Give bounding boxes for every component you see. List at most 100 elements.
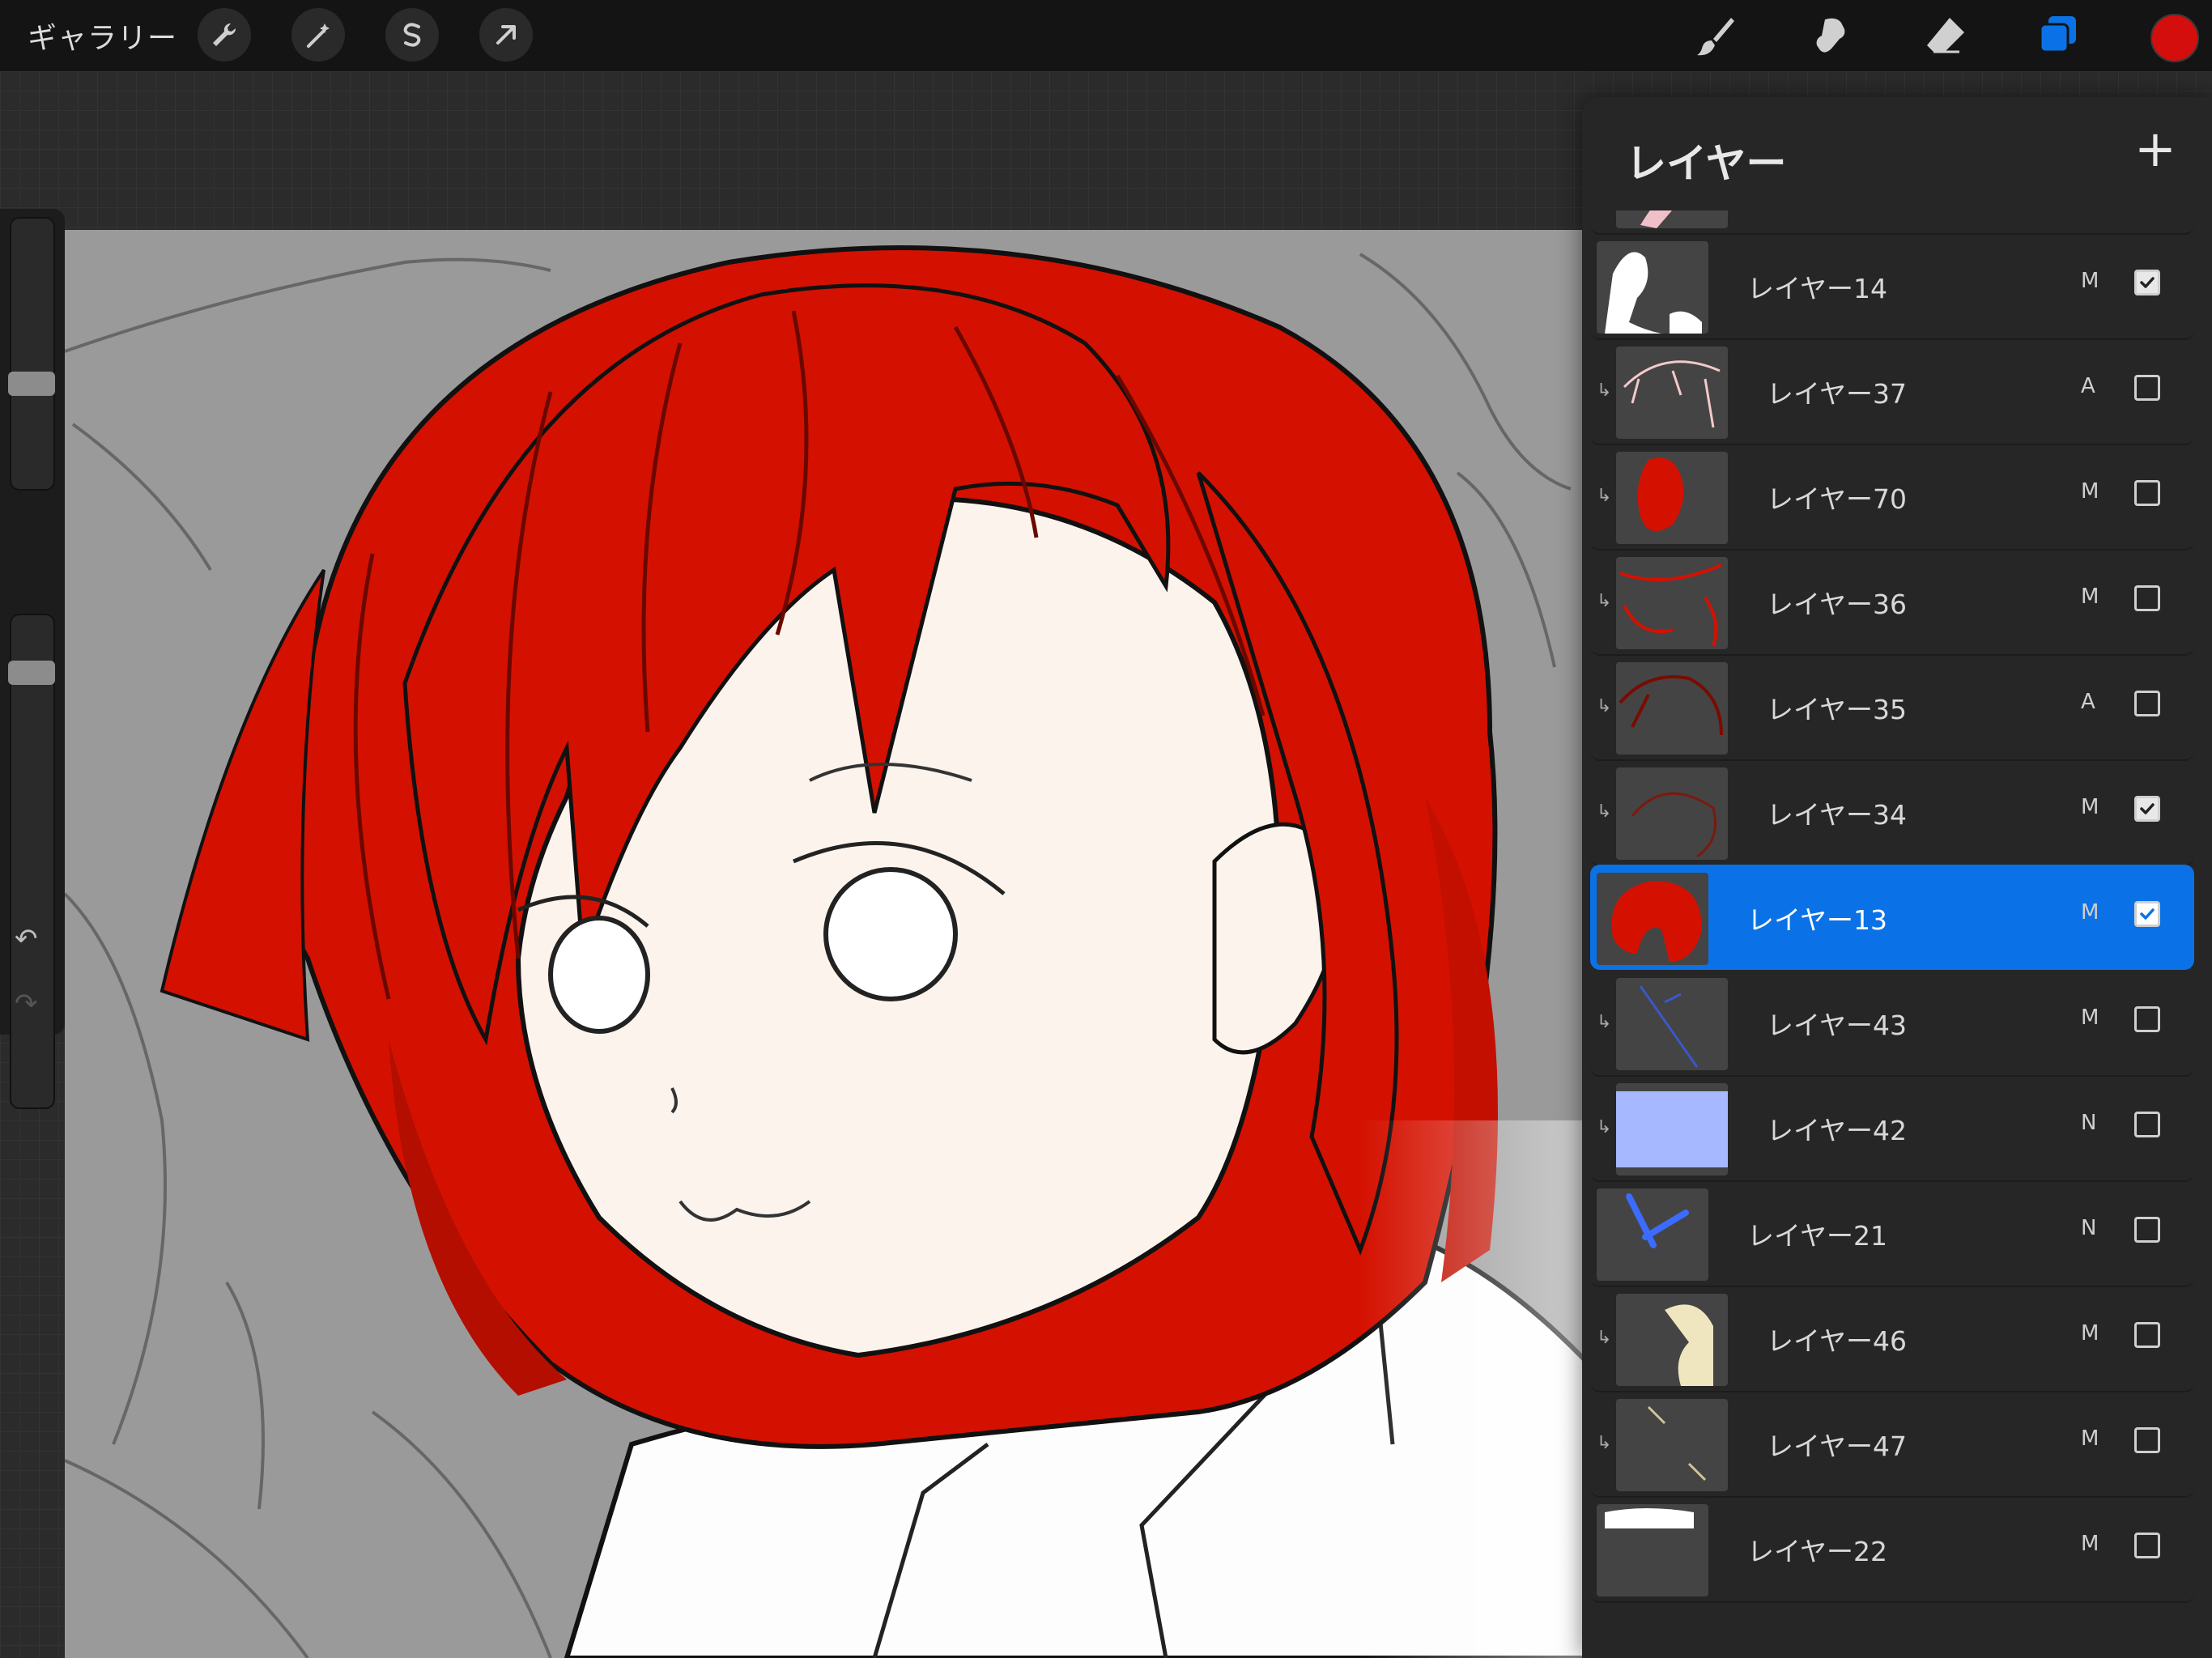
layers-panel: レイヤー + ↳レイヤー76Mレイヤー14M↳レイヤー37A↳レイヤー70M↳レ…	[1582, 97, 2212, 1658]
opacity-thumb[interactable]	[8, 661, 55, 685]
layer-thumbnail[interactable]	[1616, 662, 1728, 755]
clipping-mask-icon: ↳	[1597, 1012, 1612, 1032]
layer-visibility-checkbox[interactable]	[2134, 1533, 2160, 1558]
layer-visibility-checkbox[interactable]	[2134, 585, 2160, 611]
layer-thumbnail[interactable]	[1616, 346, 1728, 439]
undo-button[interactable]: ↶	[15, 923, 38, 955]
blend-mode-button[interactable]: M	[2081, 1321, 2099, 1346]
layer-row[interactable]: ↳ レイヤー34 M	[1590, 759, 2194, 866]
layer-visibility-checkbox[interactable]	[2134, 901, 2160, 927]
layer-visibility-checkbox[interactable]	[2134, 691, 2160, 716]
layer-row[interactable]: ↳ レイヤー43 M	[1590, 970, 2194, 1077]
actions-button[interactable]	[198, 8, 251, 62]
layer-thumbnail[interactable]	[1616, 978, 1728, 1070]
selection-s-icon	[403, 23, 421, 47]
smudge-icon	[1816, 18, 1845, 53]
blend-mode-button[interactable]: M	[2081, 479, 2099, 504]
layer-thumbnail[interactable]	[1616, 1399, 1728, 1491]
layer-name: レイヤー35	[1767, 694, 1908, 725]
arrow-transform-icon	[496, 25, 516, 45]
layer-visibility-checkbox[interactable]	[2134, 1322, 2160, 1348]
selection-button[interactable]	[385, 8, 439, 62]
blend-mode-button[interactable]: M	[2081, 1005, 2099, 1030]
layer-visibility-checkbox[interactable]	[2134, 375, 2160, 401]
blend-mode-button[interactable]: A	[2081, 374, 2095, 398]
layer-row[interactable]: ↳ レイヤー37 A	[1590, 338, 2194, 445]
magic-wand-icon	[307, 23, 330, 48]
layer-thumbnail[interactable]	[1597, 873, 1708, 965]
blend-mode-button[interactable]: M	[2081, 795, 2099, 819]
layer-visibility-checkbox[interactable]	[2134, 1427, 2160, 1453]
eraser-tool-button[interactable]	[1921, 11, 1969, 60]
layer-thumbnail[interactable]	[1616, 1083, 1728, 1175]
layer-visibility-checkbox[interactable]	[2134, 1006, 2160, 1032]
blend-mode-button[interactable]: M	[2081, 269, 2099, 293]
layer-name: レイヤー42	[1767, 1115, 1908, 1146]
layer-visibility-checkbox[interactable]	[2134, 270, 2160, 295]
top-toolbar: ギャラリー	[0, 0, 2212, 71]
smudge-tool-button[interactable]	[1807, 11, 1856, 60]
layer-row[interactable]: レイヤー14 M	[1590, 233, 2194, 340]
blend-mode-button[interactable]: M	[2081, 1532, 2099, 1556]
blend-mode-button[interactable]: M	[2081, 900, 2099, 925]
wrench-icon	[213, 23, 236, 46]
layer-row[interactable]: ↳ レイヤー35 A	[1590, 654, 2194, 761]
layer-thumbnail[interactable]	[1597, 1188, 1708, 1281]
layer-list[interactable]: ↳レイヤー76Mレイヤー14M↳レイヤー37A↳レイヤー70M↳レイヤー36M↳…	[1582, 97, 2212, 1658]
layer-name: レイヤー37	[1767, 378, 1908, 410]
layer-row[interactable]: ↳ レイヤー46 M	[1590, 1286, 2194, 1392]
clipping-mask-icon: ↳	[1597, 1117, 1612, 1137]
adjustments-button[interactable]	[291, 8, 345, 62]
layers-panel-header: レイヤー +	[1582, 97, 2212, 210]
add-layer-button[interactable]: +	[2131, 124, 2180, 174]
layer-row[interactable]: ↳ レイヤー47 M	[1590, 1391, 2194, 1498]
brush-tool-button[interactable]	[1692, 11, 1741, 60]
brush-size-slider[interactable]	[8, 217, 55, 491]
layer-name: レイヤー46	[1767, 1325, 1908, 1357]
layers-tool-button[interactable]	[2034, 11, 2082, 60]
layer-row[interactable]: レイヤー13 M	[1590, 865, 2194, 970]
blend-mode-button[interactable]: N	[2081, 1111, 2096, 1135]
clipping-mask-icon: ↳	[1597, 801, 1612, 822]
layer-row[interactable]: ↳ レイヤー70 M	[1590, 444, 2194, 551]
checkmark-icon	[2140, 277, 2155, 288]
redo-button[interactable]: ↷	[15, 988, 38, 1020]
layer-visibility-checkbox[interactable]	[2134, 1112, 2160, 1137]
layer-thumbnail[interactable]	[1616, 1294, 1728, 1386]
layer-name: レイヤー70	[1767, 483, 1908, 515]
layer-name: レイヤー22	[1747, 1536, 1888, 1567]
opacity-slider[interactable]	[8, 614, 55, 1109]
layer-thumbnail[interactable]	[1616, 452, 1728, 544]
blend-mode-button[interactable]: N	[2081, 1216, 2096, 1240]
layer-name: レイヤー14	[1747, 273, 1888, 304]
layer-name: レイヤー34	[1767, 799, 1908, 831]
layer-thumbnail[interactable]	[1597, 1504, 1708, 1596]
gallery-button[interactable]: ギャラリー	[28, 15, 177, 57]
layer-thumbnail[interactable]	[1597, 241, 1708, 334]
clipping-mask-icon: ↳	[1597, 696, 1612, 716]
layers-icon	[2039, 16, 2076, 53]
transform-button[interactable]	[479, 8, 533, 62]
layer-row[interactable]: レイヤー21 N	[1590, 1180, 2194, 1287]
color-picker-button[interactable]	[2150, 14, 2199, 62]
layer-row[interactable]: レイヤー22 M	[1590, 1496, 2194, 1603]
layer-thumbnail[interactable]	[1616, 557, 1728, 649]
layer-name: レイヤー43	[1767, 1010, 1908, 1041]
checkmark-icon	[2140, 908, 2155, 920]
blend-mode-button[interactable]: A	[2081, 690, 2095, 714]
brush-size-thumb[interactable]	[8, 372, 55, 396]
layer-name: レイヤー36	[1767, 589, 1908, 620]
layer-thumbnail[interactable]	[1616, 767, 1728, 860]
layer-visibility-checkbox[interactable]	[2134, 1217, 2160, 1243]
layer-row[interactable]: ↳ レイヤー36 M	[1590, 549, 2194, 656]
blend-mode-button[interactable]: M	[2081, 585, 2099, 609]
clipping-mask-icon: ↳	[1597, 1433, 1612, 1453]
blend-mode-button[interactable]: M	[2081, 1426, 2099, 1451]
layer-visibility-checkbox[interactable]	[2134, 796, 2160, 822]
clipping-mask-icon: ↳	[1597, 1328, 1612, 1348]
layer-row[interactable]: ↳ レイヤー42 N	[1590, 1075, 2194, 1182]
layer-visibility-checkbox[interactable]	[2134, 480, 2160, 506]
left-sidebar	[0, 209, 65, 1109]
layers-panel-title: レイヤー	[1626, 140, 1787, 187]
clipping-mask-icon: ↳	[1597, 380, 1612, 401]
